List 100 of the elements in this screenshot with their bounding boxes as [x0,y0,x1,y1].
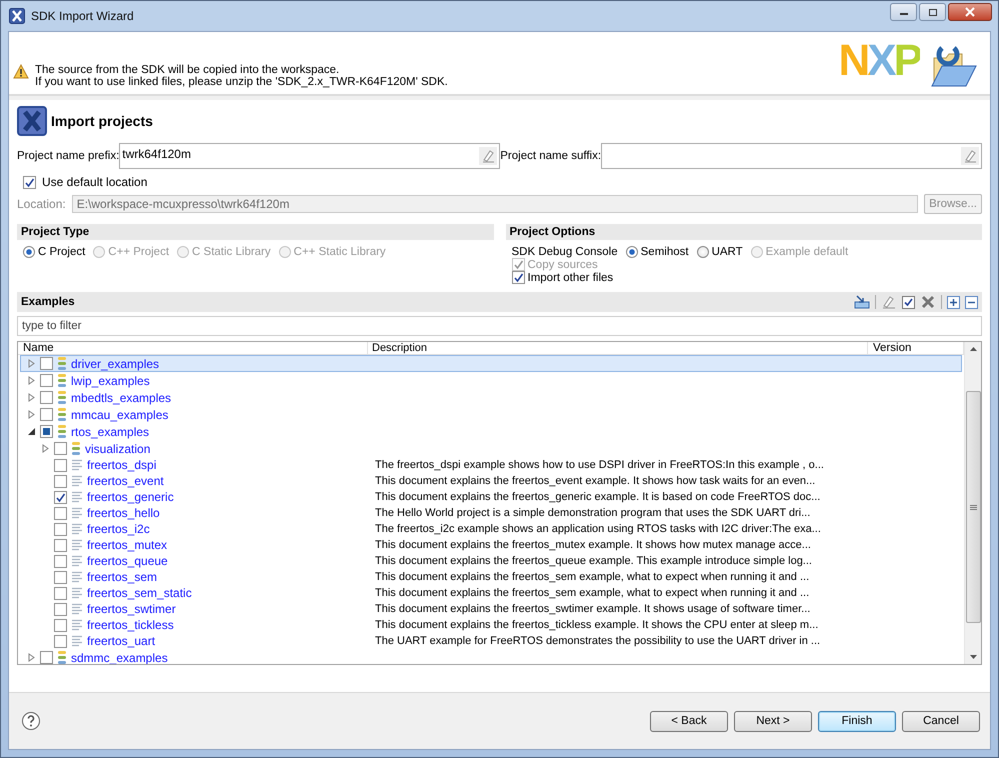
checkbox[interactable] [54,474,67,488]
checkbox[interactable] [54,554,67,568]
close-button[interactable] [948,3,992,21]
expand-all-icon[interactable] [947,296,960,308]
example-name: freertos_tickless [87,618,174,632]
scrollbar[interactable] [964,342,981,664]
checkbox[interactable] [54,570,67,584]
radio-label: Semihost [640,246,689,258]
table-cell: The UART example for FreeRTOS demonstrates the possibility to use the UART driver in ... [375,635,820,647]
tree-row[interactable]: freertos_queue This document explains the freertos_queue example. This example introduce simple log... [20,553,962,569]
stack-icon [57,650,67,664]
cross-icon[interactable] [920,294,936,310]
column-header[interactable]: Description [368,342,868,354]
example-name: freertos_event [87,474,164,488]
document-lines-icon [71,458,83,472]
name-field[interactable] [601,143,982,169]
checkbox[interactable] [54,634,67,648]
expand-arrow-icon[interactable] [41,444,50,453]
example-name: freertos_sem_static [87,586,192,600]
example-name: mbedtls_examples [71,390,172,404]
expand-arrow-icon[interactable] [27,376,36,385]
tree-row[interactable]: lwip_examples [20,372,962,389]
checkbox[interactable] [54,490,67,504]
radio-label: C++ Project [108,246,170,258]
eraser-icon[interactable] [961,147,980,165]
checkbox[interactable] [23,176,36,188]
checkbox-label: Use default location [42,175,148,189]
checkbox[interactable] [54,602,67,616]
table-cell: This document explains the freertos_tickless example. It shows the CPU enter at sleep m... [375,619,818,631]
checkbox[interactable] [512,271,524,284]
tree-row[interactable]: rtos_examples [20,423,962,440]
example-name: lwip_examples [71,374,150,388]
expand-arrow-icon[interactable] [27,359,36,368]
checkbox-label: Copy sources [528,258,598,270]
tree-row[interactable]: mmcau_examples [20,406,962,423]
tree-row[interactable]: freertos_dspi The freertos_dspi example shows how to use DSPI driver in FreeRTOS:In this example , o... [20,457,962,473]
filter-field[interactable]: type to filter [17,316,982,336]
scroll-up-icon[interactable] [970,347,976,351]
column-header[interactable]: Name [18,342,368,354]
checkbox[interactable] [40,408,53,421]
eraser-icon[interactable] [881,295,897,309]
maximize-button[interactable] [919,3,946,21]
collapse-all-icon[interactable] [965,296,978,308]
tree-row[interactable]: freertos_swtimer This document explains the freertos_swtimer example. It shows usage of software timer... [20,601,962,617]
radio-button[interactable] [696,246,709,258]
tree-row[interactable]: freertos_hello The Hello World project is a simple demonstration program that uses the SDK UART dri... [20,505,962,521]
checkbox-icon[interactable] [902,296,915,308]
tree-row[interactable]: freertos_sem_static This document explains the freertos_sem example, what to expect when running it and ... [20,585,962,601]
help-icon[interactable] [21,711,41,731]
table-cell: This document explains the freertos_swtimer example. It shows usage of software timer... [375,603,810,615]
checkbox[interactable] [54,458,67,472]
tree-row[interactable]: freertos_event This document explains the freertos_event example. It shows how task waits for an even... [20,473,962,489]
checkbox[interactable] [54,522,67,536]
maximize-icon [928,8,938,16]
eraser-icon[interactable] [479,147,498,165]
checkbox[interactable] [40,391,53,404]
import-icon[interactable] [854,295,870,309]
option-label: SDK Debug Console [512,246,618,258]
example-name: freertos_swtimer [87,602,176,616]
checkbox[interactable] [54,506,67,520]
dialog-button[interactable]: Cancel [902,710,980,732]
dialog-button[interactable]: < Back [650,710,728,732]
name-field[interactable]: twrk64f120m [119,143,500,169]
tree-row[interactable]: mbedtls_examples [20,389,962,406]
table-cell: This document explains the freertos_sem example, what to expect when running it and ... [375,587,810,599]
tree-row[interactable]: freertos_i2c The freertos_i2c example shows an application using RTOS tasks with I2C driver:The exa... [20,521,962,537]
document-lines-icon [71,634,83,648]
document-lines-icon [71,554,83,568]
tree-row[interactable]: freertos_tickless This document explains the freertos_tickless example. It shows the CPU enter at sleep m... [20,617,962,633]
dialog-button[interactable]: Finish [818,710,896,732]
checkbox[interactable] [40,374,53,387]
tree-row[interactable]: freertos_generic This document explains the freertos_generic example. It is based on code FreeRTOS doc... [20,489,962,505]
expand-arrow-icon[interactable] [27,653,36,662]
tree-row[interactable]: visualization [20,440,962,457]
grip-icon [970,504,976,510]
tree-row[interactable]: freertos_mutex This document explains the freertos_mutex example. It shows how mutex manage acce... [20,537,962,553]
checkbox[interactable] [54,618,67,632]
checkbox[interactable] [54,586,67,600]
checkbox[interactable] [54,442,67,455]
checkbox[interactable] [54,538,67,552]
radio-button[interactable] [23,246,35,258]
expand-arrow-icon[interactable] [27,410,36,419]
expand-arrow-icon[interactable] [27,393,36,402]
document-lines-icon [71,522,83,536]
tree-row[interactable]: freertos_sem This document explains the freertos_sem example, what to expect when running it and ... [20,569,962,585]
checkbox[interactable] [40,651,53,664]
document-lines-icon [71,538,83,552]
radio-button[interactable] [626,246,638,258]
minimize-button[interactable] [890,3,917,21]
dialog-button[interactable]: Next > [734,710,812,732]
collapse-arrow-icon[interactable] [27,427,36,436]
checkbox[interactable] [40,357,53,370]
banner-message: If you want to use linked files, please unzip the 'SDK_2.x_TWR-K64F120M' SDK. [35,76,448,88]
scroll-down-icon[interactable] [970,655,976,659]
banner-message: The source from the SDK will be copied into the workspace. [35,64,340,76]
checkbox[interactable] [40,425,53,438]
tree-row[interactable]: sdmmc_examples [20,649,962,664]
tree-row[interactable]: driver_examples [20,355,962,372]
tree-row[interactable]: freertos_uart The UART example for FreeRTOS demonstrates the possibility to use the UART driver in ... [20,633,962,649]
table-cell: This document explains the freertos_queue example. This example introduce simple log... [375,555,812,567]
